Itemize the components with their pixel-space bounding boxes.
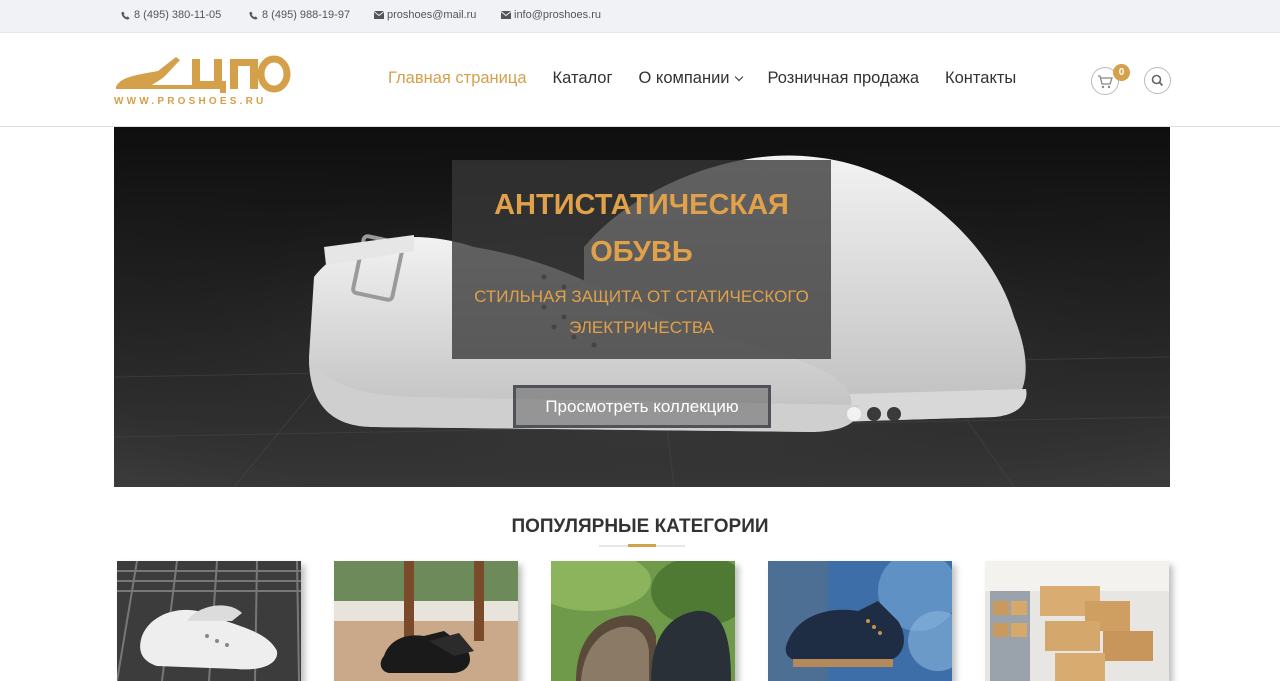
phone-1-text: 8 (495) 380-11-05 <box>134 9 222 21</box>
phone-contact-2[interactable]: 8 (495) 988-19-97 <box>249 9 350 21</box>
nav-item-label: Контакты <box>945 69 1017 87</box>
email-2-text: info@proshoes.ru <box>514 9 601 21</box>
category-image-white-clogs <box>117 561 301 681</box>
hero-subtitle: СТИЛЬНАЯ ЗАЩИТА ОТ СТАТИЧЕСКОГО ЭЛЕКТРИЧ… <box>452 281 831 343</box>
category-card-1[interactable] <box>117 561 301 681</box>
nav-item-retail[interactable]: Розничная продажа <box>768 69 920 88</box>
category-image-navy-boots <box>768 561 952 681</box>
logo-mark <box>116 55 291 93</box>
envelope-icon <box>501 10 511 20</box>
nav-item-label: Каталог <box>552 69 613 87</box>
phone-icon <box>249 10 258 20</box>
slider-pagination <box>847 407 901 421</box>
category-image-warehouse-boxes <box>985 561 1169 681</box>
nav-item-label: О компании <box>638 69 730 87</box>
hero-subtitle-line-1: СТИЛЬНАЯ ЗАЩИТА ОТ СТАТИЧЕСКОГО <box>474 287 809 306</box>
main-nav: Главная страница Каталог О компании Розн… <box>388 69 1042 88</box>
popular-categories-title: ПОПУЛЯРНЫЕ КАТЕГОРИИ <box>511 516 769 537</box>
category-card-5[interactable] <box>985 561 1169 681</box>
category-image-winter-boots <box>551 561 735 681</box>
envelope-icon <box>374 10 384 20</box>
logo-url: WWW.PROSHOES.RU <box>114 96 267 107</box>
search-button[interactable] <box>1144 67 1171 94</box>
nav-item-about[interactable]: О компании <box>638 69 743 88</box>
nav-item-contacts[interactable]: Контакты <box>945 69 1016 88</box>
logo[interactable]: WWW.PROSHOES.RU <box>114 51 294 111</box>
category-card-4[interactable] <box>768 561 952 681</box>
category-image-black-boots <box>334 561 518 681</box>
phone-icon <box>121 10 130 20</box>
hero-title-line-2: ОБУВЬ <box>590 236 693 268</box>
email-1-text: proshoes@mail.ru <box>387 9 477 21</box>
hero-title-line-1: АНТИСТАТИЧЕСКАЯ <box>494 189 789 221</box>
hero-title: АНТИСТАТИЧЕСКАЯ ОБУВЬ <box>452 182 831 276</box>
email-contact-1[interactable]: proshoes@mail.ru <box>374 9 476 21</box>
nav-item-catalog[interactable]: Каталог <box>553 69 613 88</box>
top-contact-bar: 8 (495) 380-11-05 8 (495) 988-19-97 pros… <box>0 0 1280 33</box>
view-collection-button[interactable]: Просмотреть коллекцию <box>513 385 771 428</box>
category-card-3[interactable] <box>551 561 735 681</box>
hero-slider: АНТИСТАТИЧЕСКАЯ ОБУВЬ СТИЛЬНАЯ ЗАЩИТА ОТ… <box>114 127 1170 487</box>
phone-2-text: 8 (495) 988-19-97 <box>262 9 351 21</box>
chevron-down-icon <box>734 72 743 81</box>
category-card-2[interactable] <box>334 561 518 681</box>
nav-item-label: Главная страница <box>388 69 527 87</box>
nav-item-home[interactable]: Главная страница <box>388 69 527 88</box>
slider-dot-2[interactable] <box>867 407 881 421</box>
slider-dot-1[interactable] <box>847 407 861 421</box>
title-underline-accent <box>628 544 656 547</box>
hero-caption-box: АНТИСТАТИЧЕСКАЯ ОБУВЬ СТИЛЬНАЯ ЗАЩИТА ОТ… <box>452 160 831 359</box>
cart-count-badge: 0 <box>1113 64 1130 81</box>
hero-subtitle-line-2: ЭЛЕКТРИЧЕСТВА <box>569 318 714 337</box>
search-icon <box>1151 74 1164 87</box>
slider-dot-3[interactable] <box>887 407 901 421</box>
site-header: WWW.PROSHOES.RU Главная страница Каталог… <box>0 33 1280 127</box>
nav-item-label: Розничная продажа <box>767 69 920 87</box>
phone-contact-1[interactable]: 8 (495) 380-11-05 <box>121 9 221 21</box>
email-contact-2[interactable]: info@proshoes.ru <box>501 9 601 21</box>
